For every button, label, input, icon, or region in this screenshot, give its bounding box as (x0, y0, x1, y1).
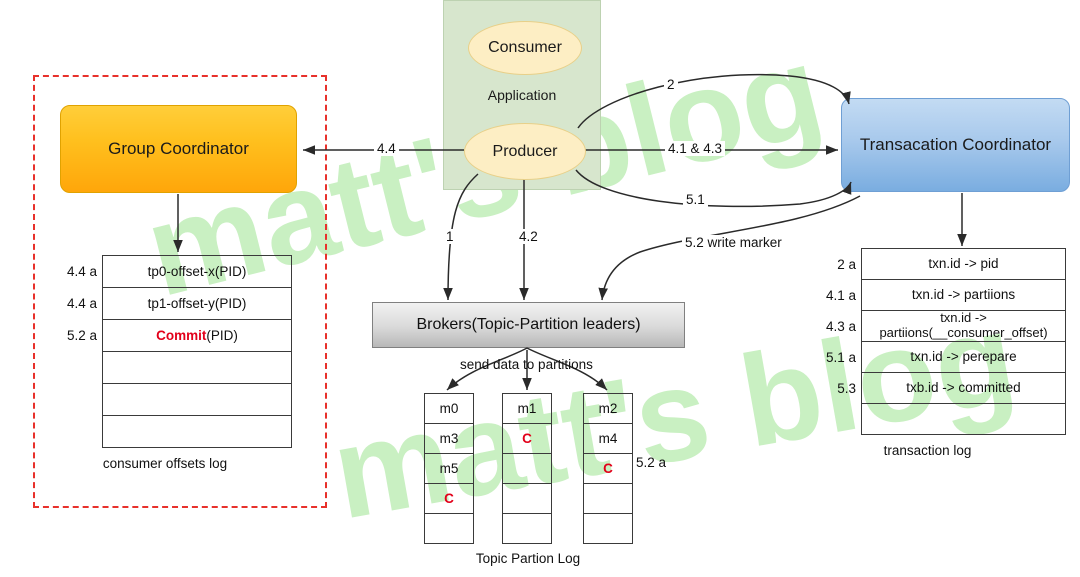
consumer-offsets-row: 5.2 a Commit(PID) (54, 319, 292, 352)
producer-label: Producer (492, 142, 558, 160)
edge-label-4-2: 4.2 (516, 229, 541, 244)
consumer-offsets-row (54, 383, 292, 416)
partition-cell-row: m2 (583, 393, 633, 424)
edge-label-5-2-write-marker: 5.2 write marker (682, 235, 785, 250)
partition-message-cell (502, 513, 552, 544)
transaction-log-row (805, 403, 1066, 435)
partition-message-cell (583, 513, 633, 544)
transaction-log-row-index: 5.3 (837, 380, 856, 396)
transaction-log-row-value: txb.id -> committed (861, 372, 1066, 404)
consumer-offsets-row-value (102, 415, 292, 448)
transaction-log-row-index (805, 404, 862, 435)
partition-message-cell (583, 483, 633, 514)
consumer-node[interactable]: Consumer (468, 21, 582, 75)
partition-commit-marker-cell: C (502, 423, 552, 454)
partition-message-cell: m4 (583, 423, 633, 454)
consumer-offsets-row-index: 5.2 a (66, 328, 97, 343)
diagram-canvas: matt's blog matt's blog Application Grou… (0, 0, 1080, 577)
partition-cell-row: C (502, 423, 552, 454)
partition-cell-row: C (424, 483, 474, 514)
edge-label-5-1: 5.1 (683, 192, 708, 207)
commit-marker: Commit (156, 327, 207, 343)
partition-cell-row: m5 (424, 453, 474, 484)
partition-cell-row: m1 (502, 393, 552, 424)
partition-column-1: m1 C (502, 393, 552, 544)
consumer-offsets-row-index (54, 416, 103, 448)
partition-message-cell: m1 (502, 393, 552, 424)
brokers-label: Brokers(Topic-Partition leaders) (416, 316, 641, 333)
partition-commit-marker-cell: C (424, 483, 474, 514)
partition-cell-row (502, 453, 552, 484)
partition-side-label-5-2-a: 5.2 a (636, 455, 667, 470)
consumer-label: Consumer (488, 39, 562, 56)
transaction-log-row-index: 4.1 a (825, 287, 856, 303)
partition-cell-row (502, 483, 552, 514)
transaction-log-row: 4.1 a txn.id -> partiions (805, 279, 1066, 311)
transaction-log-row-value: txn.id -> partiions(__consumer_offset) (861, 310, 1066, 342)
transaction-log-row: 4.3 a txn.id -> partiions(__consumer_offse… (805, 310, 1066, 342)
consumer-offsets-row (54, 415, 292, 448)
partition-cell-row (424, 513, 474, 544)
partition-commit-marker-cell: C (583, 453, 633, 484)
transaction-coordinator-node[interactable]: Transacation Coordinator (841, 98, 1070, 192)
transaction-log-row-index: 4.3 a (825, 318, 856, 334)
partition-cell-row (583, 483, 633, 514)
consumer-offsets-row-index (54, 352, 103, 384)
transaction-coordinator-label: Transacation Coordinator (859, 135, 1052, 154)
transaction-log-row-value: txn.id -> pid (861, 248, 1066, 280)
consumer-offsets-row-index: 4.4 a (66, 296, 97, 311)
partition-column-0: m0 m3 m5 C (424, 393, 474, 544)
producer-node[interactable]: Producer (464, 123, 586, 180)
consumer-offsets-row (54, 351, 292, 384)
consumer-offsets-log-caption: consumer offsets log (102, 456, 228, 471)
partition-message-cell: m5 (424, 453, 474, 484)
partition-cell-row: C (583, 453, 633, 484)
consumer-offsets-row: 4.4 a tp1-offset-y(PID) (54, 287, 292, 320)
partition-cell-row: m3 (424, 423, 474, 454)
partition-column-2: m2 m4 C (583, 393, 633, 544)
partition-cell-row (583, 513, 633, 544)
consumer-offsets-row-value: Commit(PID) (102, 319, 292, 352)
transaction-log-row-value: txn.id -> partiions (861, 279, 1066, 311)
application-label: Application (487, 87, 557, 103)
partition-message-cell: m0 (424, 393, 474, 424)
consumer-offsets-row-value: tp1-offset-y(PID) (102, 287, 292, 320)
partition-message-cell (424, 513, 474, 544)
transaction-log-row: 2 a txn.id -> pid (805, 248, 1066, 280)
transaction-log-row: 5.1 a txn.id -> perepare (805, 341, 1066, 373)
transaction-log-row-value (861, 403, 1066, 435)
consumer-offsets-log: 4.4 a tp0-offset-x(PID) 4.4 a tp1-offset-y(… (54, 255, 292, 471)
edge-label-send-data-to-partitions: send data to partitions (460, 357, 593, 372)
transaction-log: 2 a txn.id -> pid 4.1 a txn.id -> partiions… (805, 248, 1066, 458)
brokers-node[interactable]: Brokers(Topic-Partition leaders) (372, 302, 685, 348)
edge-label-1: 1 (443, 229, 457, 244)
consumer-offsets-row: 4.4 a tp0-offset-x(PID) (54, 255, 292, 288)
transaction-log-table: 2 a txn.id -> pid 4.1 a txn.id -> partiions… (805, 248, 1066, 435)
consumer-offsets-row-index (54, 384, 103, 416)
partition-message-cell: m2 (583, 393, 633, 424)
partition-cell-row (502, 513, 552, 544)
partition-message-cell (502, 483, 552, 514)
topic-partition-log-caption: Topic Partion Log (475, 551, 581, 566)
partition-cell-row: m4 (583, 423, 633, 454)
partition-message-cell: m3 (424, 423, 474, 454)
consumer-offsets-row-index: 4.4 a (66, 264, 97, 279)
edge-label-4-1-4-3: 4.1 & 4.3 (665, 141, 726, 156)
consumer-offsets-row-value: tp0-offset-x(PID) (102, 255, 292, 288)
transaction-log-caption: transaction log (883, 443, 972, 458)
consumer-offsets-row-value (102, 351, 292, 384)
transaction-log-row-value: txn.id -> perepare (861, 341, 1066, 373)
transaction-log-row: 5.3 txb.id -> committed (805, 372, 1066, 404)
edge-label-4-4: 4.4 (374, 141, 399, 156)
partition-cell-row: m0 (424, 393, 474, 424)
partition-message-cell (502, 453, 552, 484)
transaction-log-row-index: 5.1 a (825, 349, 856, 365)
consumer-offsets-table: 4.4 a tp0-offset-x(PID) 4.4 a tp1-offset-y(… (54, 255, 292, 448)
consumer-offsets-row-value (102, 383, 292, 416)
edge-label-2: 2 (664, 77, 678, 92)
transaction-log-row-index: 2 a (837, 256, 856, 272)
